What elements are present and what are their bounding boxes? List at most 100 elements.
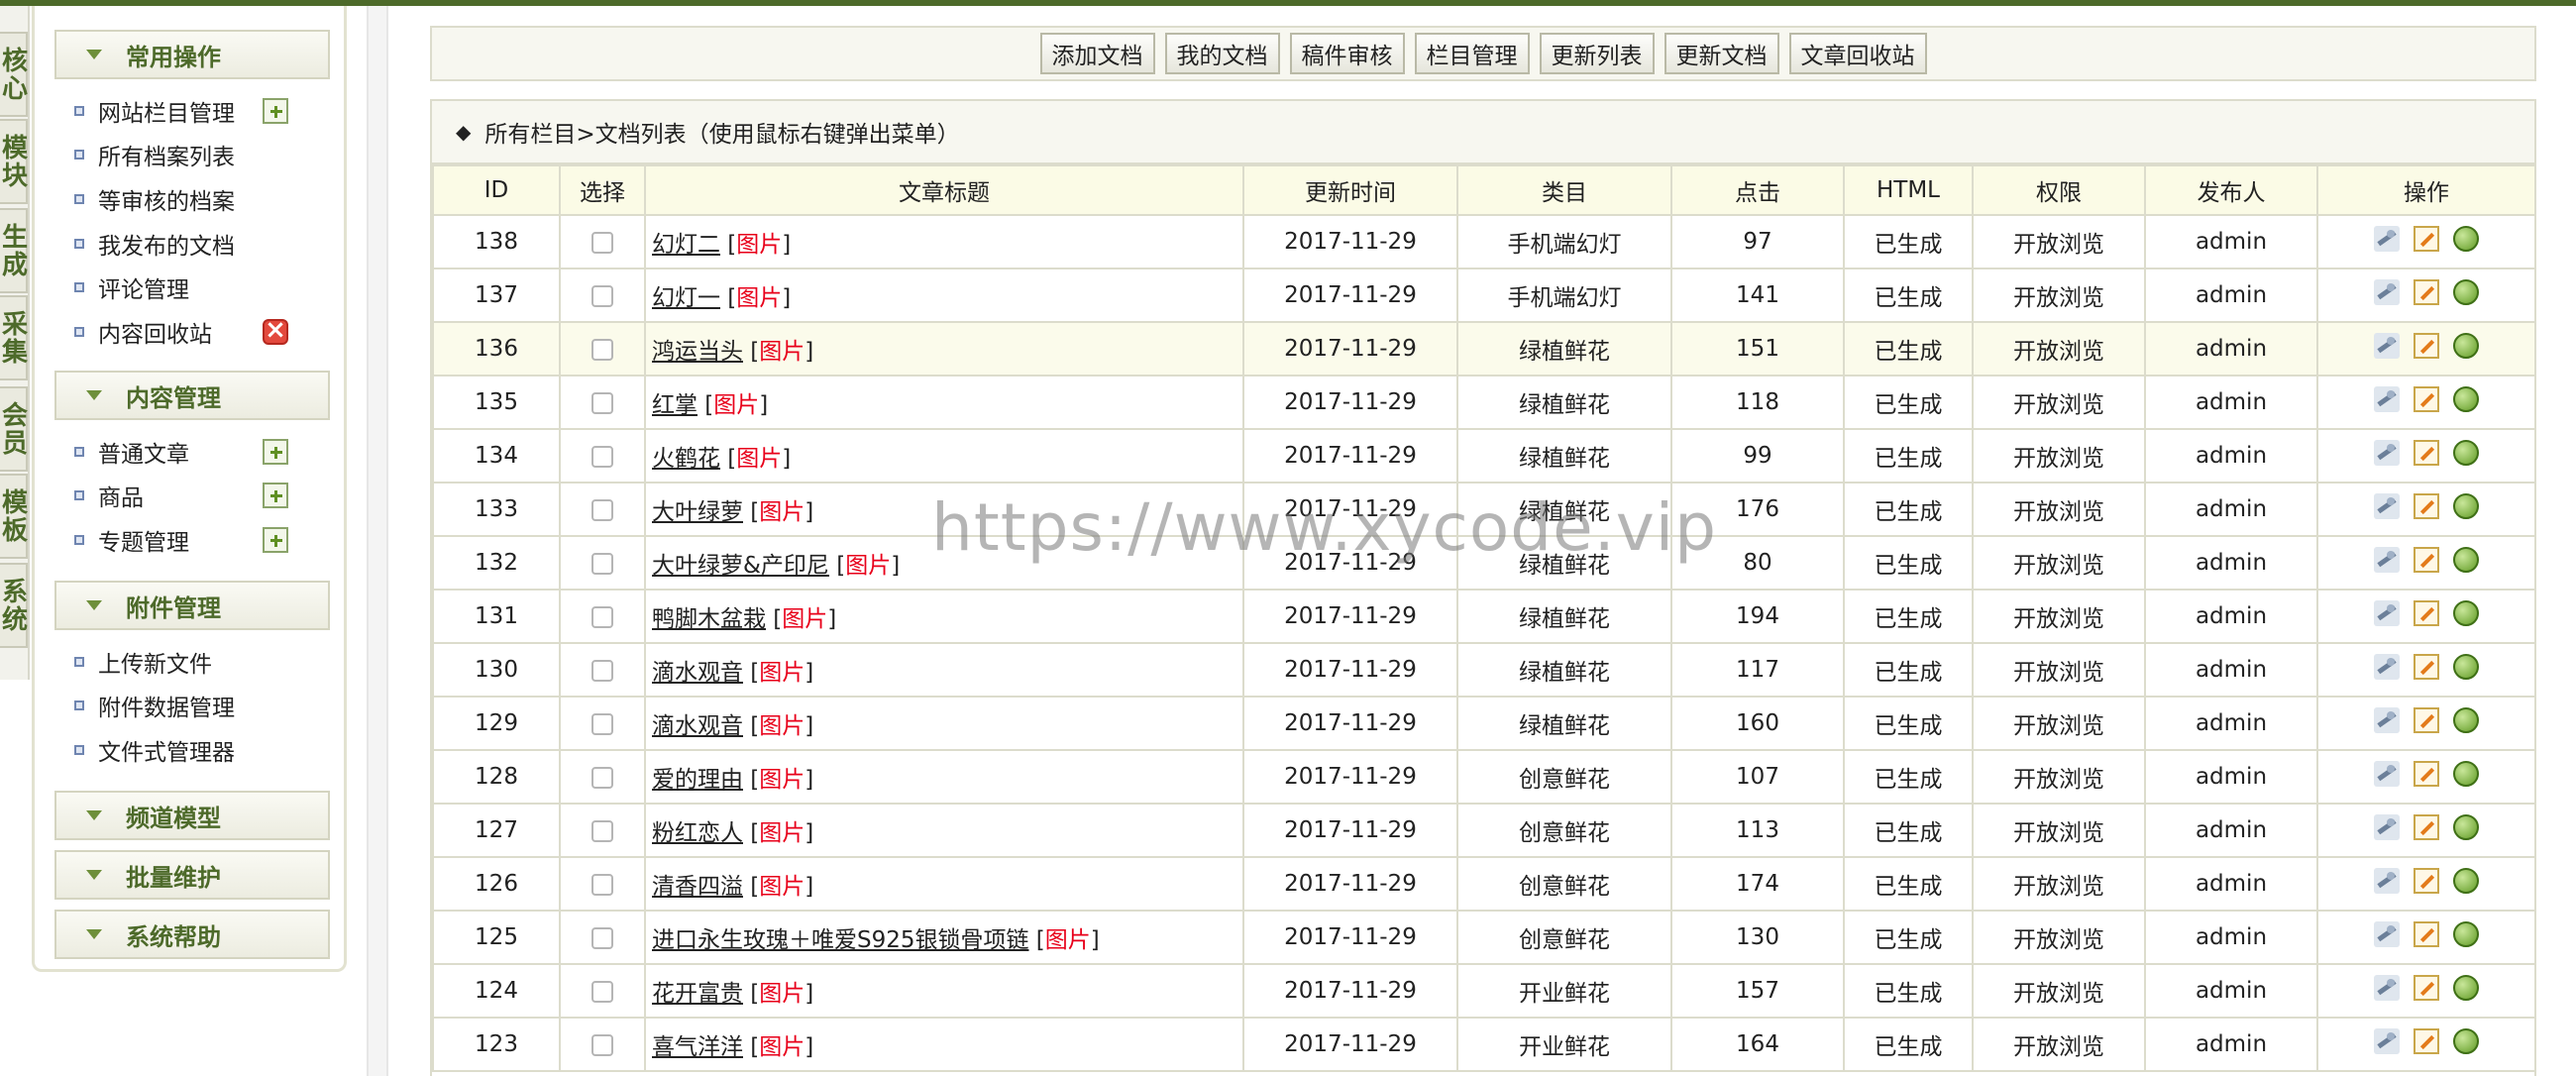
preview-icon[interactable] [2453, 547, 2479, 573]
properties-icon[interactable] [2374, 654, 2400, 680]
sidebar-item[interactable]: 文件式管理器 [74, 730, 235, 770]
preview-icon[interactable] [2453, 975, 2479, 1001]
edit-icon[interactable] [2414, 440, 2439, 466]
delete-icon[interactable] [263, 315, 288, 345]
table-row[interactable]: 124 花开富贵 [图片] 2017-11-29 开业鲜花 157 已生成 开放浏览 admi… [432, 963, 2536, 1019]
select-checkbox[interactable] [591, 766, 613, 789]
sidebar-item[interactable]: 网站栏目管理 [74, 91, 235, 131]
preview-icon[interactable] [2453, 440, 2479, 466]
properties-icon[interactable] [2374, 814, 2400, 840]
vertical-tab[interactable]: 核心 [0, 32, 28, 117]
vertical-tab[interactable]: 模块 [0, 119, 28, 204]
article-title-link[interactable]: 鸭脚木盆栽 [652, 606, 766, 632]
toolbar-button[interactable]: 稿件审核 [1289, 33, 1405, 74]
vertical-tab[interactable]: 会员 [0, 386, 28, 472]
select-checkbox[interactable] [591, 445, 613, 468]
sidebar-item[interactable]: 商品 [74, 476, 144, 515]
edit-icon[interactable] [2414, 814, 2439, 840]
sidebar-item[interactable]: 评论管理 [74, 268, 189, 307]
sidebar-item[interactable]: 内容回收站 [74, 312, 212, 352]
preview-icon[interactable] [2453, 868, 2479, 894]
sidebar-section-header[interactable]: 附件管理 [54, 581, 330, 630]
edit-icon[interactable] [2414, 226, 2439, 252]
properties-icon[interactable] [2374, 600, 2400, 626]
article-title-link[interactable]: 幻灯二 [652, 232, 720, 258]
select-checkbox[interactable] [591, 391, 613, 414]
edit-icon[interactable] [2414, 547, 2439, 573]
vertical-tab[interactable]: 采集 [0, 295, 28, 380]
preview-icon[interactable] [2453, 1028, 2479, 1054]
article-title-link[interactable]: 进口永生玫瑰＋唯爱S925银锁骨项链 [652, 927, 1029, 953]
edit-icon[interactable] [2414, 975, 2439, 1001]
table-row[interactable]: 125 进口永生玫瑰＋唯爱S925银锁骨项链 [图片] 2017-11-29 创意鲜花… [432, 910, 2536, 965]
select-checkbox[interactable] [591, 1033, 613, 1056]
plus-icon[interactable] [263, 483, 288, 508]
article-title-link[interactable]: 火鹤花 [652, 446, 720, 472]
sidebar-item[interactable]: 上传新文件 [74, 642, 212, 682]
select-checkbox[interactable] [591, 231, 613, 254]
table-row[interactable]: 131 鸭脚木盆栽 [图片] 2017-11-29 绿植鲜花 194 已生成 开放浏览 adm… [432, 589, 2536, 644]
edit-icon[interactable] [2414, 333, 2439, 359]
select-checkbox[interactable] [591, 605, 613, 628]
preview-icon[interactable] [2453, 654, 2479, 680]
sidebar-section-header[interactable]: 常用操作 [54, 30, 330, 79]
toolbar-button[interactable]: 更新文档 [1664, 33, 1779, 74]
plus-icon[interactable] [263, 98, 288, 124]
sidebar-item[interactable]: 附件数据管理 [74, 686, 235, 725]
article-title-link[interactable]: 滴水观音 [652, 660, 743, 686]
article-title-link[interactable]: 大叶绿萝&产印尼 [652, 553, 829, 579]
select-checkbox[interactable] [591, 926, 613, 949]
select-checkbox[interactable] [591, 338, 613, 361]
edit-icon[interactable] [2414, 279, 2439, 305]
preview-icon[interactable] [2453, 493, 2479, 519]
sidebar-section-header[interactable]: 频道模型 [54, 791, 330, 840]
table-row[interactable]: 136 鸿运当头 [图片] 2017-11-29 绿植鲜花 151 已生成 开放浏览 admi… [432, 321, 2536, 377]
sidebar-item[interactable]: 专题管理 [74, 520, 189, 560]
edit-icon[interactable] [2414, 761, 2439, 787]
select-checkbox[interactable] [591, 819, 613, 842]
table-row[interactable]: 126 清香四溢 [图片] 2017-11-29 创意鲜花 174 已生成 开放浏览 admi… [432, 856, 2536, 912]
preview-icon[interactable] [2453, 921, 2479, 947]
article-title-link[interactable]: 清香四溢 [652, 874, 743, 900]
table-row[interactable]: 135 红掌 [图片] 2017-11-29 绿植鲜花 118 已生成 开放浏览 admin [432, 375, 2536, 430]
article-title-link[interactable]: 鸿运当头 [652, 339, 743, 365]
vertical-tab[interactable]: 系统 [0, 563, 28, 648]
properties-icon[interactable] [2374, 386, 2400, 412]
frame-separator[interactable] [367, 6, 388, 1076]
table-row[interactable]: 127 粉红恋人 [图片] 2017-11-29 创意鲜花 113 已生成 开放浏览 admi… [432, 803, 2536, 858]
toolbar-button[interactable]: 文章回收站 [1788, 33, 1927, 74]
toolbar-button[interactable]: 栏目管理 [1414, 33, 1530, 74]
sidebar-item[interactable]: 所有档案列表 [74, 135, 235, 174]
properties-icon[interactable] [2374, 440, 2400, 466]
properties-icon[interactable] [2374, 868, 2400, 894]
sidebar-item[interactable]: 普通文章 [74, 432, 189, 472]
select-checkbox[interactable] [591, 498, 613, 521]
preview-icon[interactable] [2453, 814, 2479, 840]
table-row[interactable]: 134 火鹤花 [图片] 2017-11-29 绿植鲜花 99 已生成 开放浏览 admin [432, 428, 2536, 484]
vertical-tab[interactable]: 生成 [0, 208, 28, 293]
sidebar-section-header[interactable]: 批量维护 [54, 850, 330, 900]
preview-icon[interactable] [2453, 226, 2479, 252]
properties-icon[interactable] [2374, 547, 2400, 573]
preview-icon[interactable] [2453, 279, 2479, 305]
article-title-link[interactable]: 爱的理由 [652, 767, 743, 793]
select-checkbox[interactable] [591, 712, 613, 735]
preview-icon[interactable] [2453, 600, 2479, 626]
edit-icon[interactable] [2414, 1028, 2439, 1054]
edit-icon[interactable] [2414, 707, 2439, 733]
properties-icon[interactable] [2374, 1028, 2400, 1054]
properties-icon[interactable] [2374, 975, 2400, 1001]
properties-icon[interactable] [2374, 226, 2400, 252]
article-title-link[interactable]: 滴水观音 [652, 713, 743, 739]
toolbar-button[interactable]: 我的文档 [1164, 33, 1280, 74]
table-row[interactable]: 129 滴水观音 [图片] 2017-11-29 绿植鲜花 160 已生成 开放浏览 admi… [432, 696, 2536, 751]
article-title-link[interactable]: 喜气洋洋 [652, 1034, 743, 1060]
article-title-link[interactable]: 大叶绿萝 [652, 499, 743, 525]
edit-icon[interactable] [2414, 493, 2439, 519]
table-row[interactable]: 138 幻灯二 [图片] 2017-11-29 手机端幻灯 97 已生成 开放浏览 admin [432, 214, 2536, 269]
properties-icon[interactable] [2374, 761, 2400, 787]
plus-icon[interactable] [263, 527, 288, 553]
select-checkbox[interactable] [591, 873, 613, 896]
edit-icon[interactable] [2414, 654, 2439, 680]
properties-icon[interactable] [2374, 279, 2400, 305]
